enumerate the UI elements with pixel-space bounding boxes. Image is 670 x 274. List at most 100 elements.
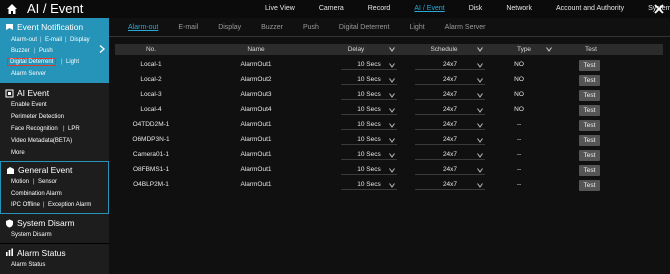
- schedule-select[interactable]: 24x7: [415, 105, 485, 115]
- tab-buzzer[interactable]: Buzzer: [251, 24, 293, 31]
- tab-display[interactable]: Display: [208, 24, 251, 31]
- test-button[interactable]: Test: [579, 165, 600, 176]
- sidebar-title-ai-event: AI Event: [17, 88, 50, 98]
- delay-select[interactable]: 10 Secs: [341, 120, 397, 130]
- sidebar-link-face-recognition[interactable]: Face Recognition: [11, 126, 58, 132]
- sidebar-link-buzzer[interactable]: Buzzer: [11, 48, 30, 54]
- nav-account-authority[interactable]: Account and Authority: [544, 0, 636, 18]
- nav-ai-event[interactable]: AI / Event: [402, 0, 456, 18]
- schedule-select[interactable]: 24x7: [415, 180, 485, 190]
- column-header-name: Name: [247, 46, 265, 53]
- sidebar-link-ipc-offline[interactable]: IPC Offline: [11, 202, 40, 208]
- cell-no: O6MDP3N-1: [132, 136, 170, 143]
- nav-live-view[interactable]: Live View: [253, 0, 307, 18]
- schedule-select[interactable]: 24x7: [415, 60, 485, 70]
- ai-chip-icon: [5, 89, 14, 98]
- nav-camera[interactable]: Camera: [307, 0, 356, 18]
- nav-disk[interactable]: Disk: [457, 0, 495, 18]
- sidebar-link-lpr[interactable]: LPR: [68, 126, 80, 132]
- sidebar-link-light[interactable]: Light: [66, 59, 79, 65]
- test-button[interactable]: Test: [579, 75, 600, 86]
- tab-alarm-server[interactable]: Alarm Server: [435, 24, 496, 31]
- tab-alarm-out[interactable]: Alarm-out: [109, 24, 168, 31]
- cell-no: Local-1: [140, 61, 162, 68]
- schedule-select[interactable]: 24x7: [415, 75, 485, 85]
- chevron-down-icon: [477, 123, 483, 128]
- chevron-down-icon[interactable]: [389, 47, 395, 52]
- nav-record[interactable]: Record: [356, 0, 403, 18]
- cell-type: --: [516, 181, 522, 188]
- test-button[interactable]: Test: [579, 120, 600, 131]
- cell-name: AlarmOut1: [240, 151, 272, 158]
- cell-type: --: [516, 136, 522, 143]
- delay-select[interactable]: 10 Secs: [341, 90, 397, 100]
- sidebar-link-more[interactable]: More: [11, 150, 25, 156]
- chevron-down-icon[interactable]: [477, 47, 483, 52]
- tab-digital-deterrent[interactable]: Digital Deterrent: [329, 24, 400, 31]
- sidebar-section-alarm-status[interactable]: Alarm Status Alarm Status: [0, 244, 109, 274]
- delay-select[interactable]: 10 Secs: [341, 165, 397, 175]
- column-header-delay[interactable]: Delay: [321, 44, 391, 55]
- delay-select[interactable]: 10 Secs: [341, 135, 397, 145]
- sidebar-link-alarm-status[interactable]: Alarm Status: [11, 262, 45, 268]
- tab-push[interactable]: Push: [293, 24, 329, 31]
- sidebar-link-alarm-server[interactable]: Alarm Server: [11, 71, 46, 77]
- sidebar-link-video-metadata[interactable]: Video Metadata(BETA): [11, 138, 72, 144]
- chevron-down-icon: [389, 108, 395, 113]
- chevron-down-icon[interactable]: [546, 47, 552, 52]
- cell-name: AlarmOut1: [240, 181, 272, 188]
- chevron-down-icon: [389, 78, 395, 83]
- test-button[interactable]: Test: [579, 180, 600, 191]
- schedule-select[interactable]: 24x7: [415, 90, 485, 100]
- tab-light[interactable]: Light: [399, 24, 434, 31]
- sidebar-section-general-event[interactable]: General Event Motion | Sensor Combinatio…: [0, 161, 109, 214]
- schedule-select-value: 24x7: [442, 106, 458, 113]
- delay-select[interactable]: 10 Secs: [341, 75, 397, 85]
- sidebar-link-push[interactable]: Push: [39, 48, 53, 54]
- sidebar-link-digital-deterrent[interactable]: Digital Deterrent: [7, 58, 57, 66]
- test-button[interactable]: Test: [579, 90, 600, 101]
- sidebar-section-event-notification[interactable]: Event Notification Alarm-out | E-mail | …: [0, 18, 109, 83]
- schedule-select[interactable]: 24x7: [415, 165, 485, 175]
- nav-network[interactable]: Network: [494, 0, 544, 18]
- sidebar-link-system-disarm[interactable]: System Disarm: [11, 232, 52, 238]
- sidebar-link-motion[interactable]: Motion: [11, 179, 29, 185]
- tab-email[interactable]: E-mail: [168, 24, 208, 31]
- bell-icon: [6, 24, 13, 30]
- table-row: O4TDD2M-1 AlarmOut1 10 Secs 24x7 -- Test: [115, 118, 663, 132]
- column-header-schedule[interactable]: Schedule: [405, 44, 483, 55]
- sidebar-link-email[interactable]: E-mail: [45, 37, 62, 43]
- sidebar-link-alarm-out[interactable]: Alarm-out: [11, 37, 37, 43]
- schedule-select[interactable]: 24x7: [415, 150, 485, 160]
- test-button[interactable]: Test: [579, 105, 600, 116]
- home-icon[interactable]: [6, 3, 18, 15]
- sidebar-title-general-event: General Event: [18, 165, 73, 175]
- schedule-select[interactable]: 24x7: [415, 120, 485, 130]
- table-row: Local-1 AlarmOut1 10 Secs 24x7 NO Test: [115, 58, 663, 72]
- sidebar-link-display[interactable]: Display: [70, 37, 90, 43]
- sidebar-section-system-disarm[interactable]: System Disarm System Disarm: [0, 215, 109, 243]
- sidebar-link-enable-event[interactable]: Enable Event: [11, 102, 47, 108]
- schedule-select[interactable]: 24x7: [415, 135, 485, 145]
- schedule-select-value: 24x7: [442, 136, 458, 143]
- cell-name: AlarmOut1: [240, 166, 272, 173]
- test-button[interactable]: Test: [579, 150, 600, 161]
- test-button[interactable]: Test: [579, 135, 600, 146]
- column-header-no: No.: [145, 46, 157, 53]
- sidebar-link-perimeter-detection[interactable]: Perimeter Detection: [11, 114, 64, 120]
- schedule-select-value: 24x7: [442, 61, 458, 68]
- cell-type: --: [516, 121, 522, 128]
- delay-select[interactable]: 10 Secs: [341, 105, 397, 115]
- chevron-down-icon: [389, 63, 395, 68]
- sidebar-section-ai-event[interactable]: AI Event Enable Event Perimeter Detectio…: [0, 84, 109, 160]
- schedule-select-value: 24x7: [442, 166, 458, 173]
- sidebar-link-sensor[interactable]: Sensor: [38, 179, 57, 185]
- test-button[interactable]: Test: [579, 60, 600, 71]
- delay-select[interactable]: 10 Secs: [341, 180, 397, 190]
- close-icon[interactable]: [654, 4, 664, 14]
- delay-select[interactable]: 10 Secs: [341, 150, 397, 160]
- table-row: Local-3 AlarmOut3 10 Secs 24x7 NO Test: [115, 88, 663, 102]
- sidebar-link-exception-alarm[interactable]: Exception Alarm: [48, 202, 91, 208]
- delay-select[interactable]: 10 Secs: [341, 60, 397, 70]
- sidebar-link-combination-alarm[interactable]: Combination Alarm: [11, 191, 62, 197]
